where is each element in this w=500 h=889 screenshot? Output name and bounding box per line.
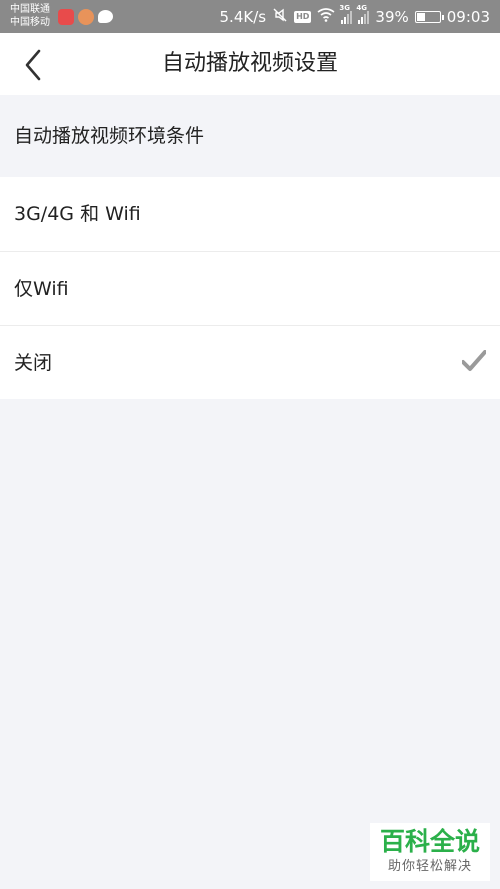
section-label: 自动播放视频环境条件 xyxy=(14,125,205,147)
watermark-subtitle: 助你轻松解决 xyxy=(387,859,472,874)
wifi-icon xyxy=(317,7,335,26)
hd-icon: HD xyxy=(294,10,312,23)
battery-icon xyxy=(414,10,444,23)
option-label: 关闭 xyxy=(14,352,53,374)
autoplay-option-list: 3G/4G 和 Wifi 仅Wifi 关闭 xyxy=(0,177,500,399)
status-bar: 中国联通 中国移动 5.4K/s HD 3G 4G 39% 09:03 xyxy=(0,0,500,33)
chat-bubble-app-icon xyxy=(78,9,94,25)
carrier-2: 中国移动 xyxy=(10,17,50,28)
signal-2-label: 4G xyxy=(356,3,368,12)
netease-music-icon xyxy=(58,9,74,25)
battery-percent: 39% xyxy=(375,7,409,26)
option-wifi-only[interactable]: 仅Wifi xyxy=(0,251,500,325)
nav-header: 自动播放视频设置 xyxy=(0,33,500,95)
carrier-names: 中国联通 中国移动 xyxy=(10,3,50,29)
notification-icons xyxy=(58,9,113,25)
clock: 09:03 xyxy=(446,7,490,26)
watermark-badge: 百科全说 助你轻松解决 xyxy=(370,823,490,881)
signal-1-label: 3G xyxy=(339,3,351,12)
option-label: 3G/4G 和 Wifi xyxy=(14,203,141,225)
checkmark-icon xyxy=(462,350,486,371)
watermark-title: 百科全说 xyxy=(379,827,480,856)
carrier-1: 中国联通 xyxy=(10,4,50,15)
net-speed: 5.4K/s xyxy=(219,7,267,26)
page-title: 自动播放视频设置 xyxy=(161,51,338,76)
option-3g4g-and-wifi[interactable]: 3G/4G 和 Wifi xyxy=(0,177,500,251)
wechat-icon xyxy=(98,10,113,23)
signal-icon: 3G xyxy=(339,4,353,24)
mute-icon xyxy=(272,7,288,27)
signal-icon: 4G xyxy=(356,4,370,24)
battery-fill xyxy=(416,12,425,21)
status-indicators: 5.4K/s HD 3G 4G 39% 09:03 xyxy=(220,0,490,33)
option-label: 仅Wifi xyxy=(14,278,69,300)
option-off[interactable]: 关闭 xyxy=(0,325,500,399)
